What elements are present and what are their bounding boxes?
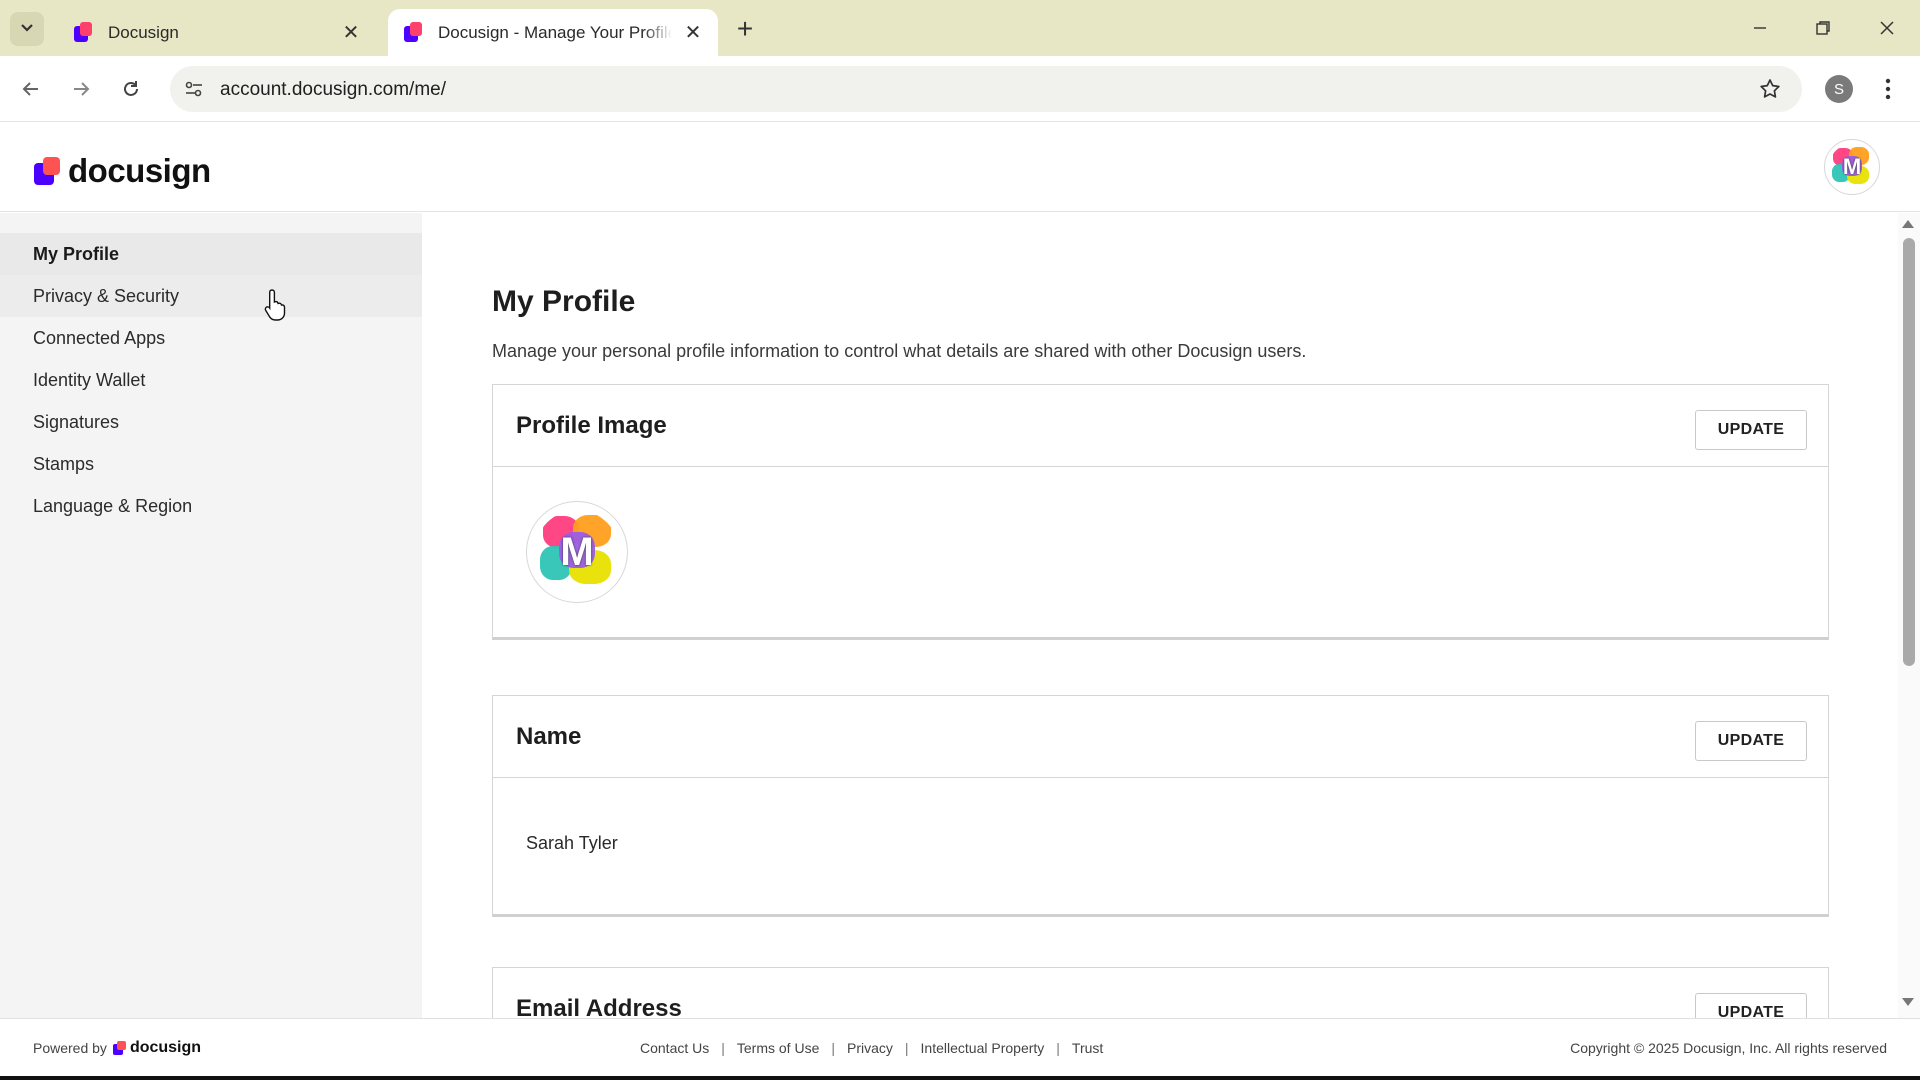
close-icon[interactable]: ✕ [340, 22, 362, 44]
card-title: Name [516, 723, 582, 750]
reload-icon[interactable] [114, 72, 148, 106]
card-title: Email Address [516, 995, 682, 1018]
back-icon[interactable] [14, 72, 48, 106]
footer-logo-text: docusign [129, 1039, 202, 1056]
card-title: Profile Image [516, 412, 667, 439]
name-card: Name UPDATE Sarah Tyler [492, 695, 1829, 917]
card-header: Profile Image UPDATE [493, 385, 1828, 467]
avatar-image: M [1829, 144, 1875, 190]
sidebar-item-identity-wallet[interactable]: Identity Wallet [0, 359, 422, 401]
close-window-icon[interactable] [1865, 10, 1909, 46]
docusign-favicon-icon [402, 21, 424, 44]
browser-toolbar: account.docusign.com/me/ S [0, 56, 1920, 122]
docusign-logo-mark-icon [34, 157, 62, 185]
tab-search-button[interactable] [10, 12, 44, 46]
screen-edge [0, 1076, 1920, 1080]
sidebar-item-privacy-security[interactable]: Privacy & Security [0, 275, 422, 317]
main-content: My Profile Manage your personal profile … [422, 213, 1900, 1018]
scroll-down-arrow-icon[interactable] [1902, 998, 1914, 1006]
footer-link-terms-of-use[interactable]: Terms of Use [737, 1040, 819, 1056]
logo-text: docusign [68, 152, 211, 189]
browser-tab-manage-profile[interactable]: Docusign - Manage Your Profile ✕ [388, 9, 718, 56]
address-bar[interactable]: account.docusign.com/me/ [170, 66, 1802, 112]
minimize-icon[interactable] [1738, 10, 1782, 46]
divider: | [904, 1040, 909, 1056]
profile-image-card: Profile Image UPDATE M [492, 384, 1829, 640]
sidebar-item-signatures[interactable]: Signatures [0, 401, 422, 443]
sidebar-item-language-region[interactable]: Language & Region [0, 485, 422, 527]
powered-by-label: Powered by [33, 1040, 107, 1056]
more-vert-icon[interactable] [1876, 73, 1900, 105]
update-email-button[interactable]: UPDATE [1695, 993, 1807, 1018]
powered-by: Powered by docusign [33, 1039, 201, 1057]
browser-profile-avatar[interactable]: S [1825, 75, 1853, 103]
bookmark-star-icon[interactable] [1758, 77, 1782, 101]
email-address-card: Email Address UPDATE [492, 967, 1829, 1018]
card-header: Name UPDATE [493, 696, 1828, 778]
chevron-down-icon [19, 19, 35, 40]
sidebar-item-connected-apps[interactable]: Connected Apps [0, 317, 422, 359]
restore-icon[interactable] [1801, 10, 1845, 46]
plus-icon[interactable]: + [730, 13, 760, 44]
sidebar-item-my-profile[interactable]: My Profile [0, 233, 422, 275]
app-header: docusign M [0, 122, 1920, 212]
user-avatar[interactable]: M [1824, 139, 1880, 195]
footer-link-privacy[interactable]: Privacy [847, 1040, 893, 1056]
avatar-image: M [535, 510, 619, 594]
tab-title: Docusign [108, 22, 179, 42]
tab-title: Docusign - Manage Your Profile [438, 22, 672, 42]
avatar-letter: M [1842, 154, 1862, 179]
sidebar-item-stamps[interactable]: Stamps [0, 443, 422, 485]
hand-cursor-icon [264, 288, 290, 322]
footer-link-trust[interactable]: Trust [1072, 1040, 1103, 1056]
page-title: My Profile [492, 285, 636, 318]
docusign-favicon-icon [72, 21, 94, 44]
scroll-up-arrow-icon[interactable] [1902, 220, 1914, 228]
page-description: Manage your personal profile information… [492, 341, 1307, 361]
footer: Powered by docusign Contact Us | Terms o… [0, 1018, 1920, 1076]
browser-tab-bar: Docusign ✕ Docusign - Manage Your Profil… [0, 0, 1920, 56]
card-header: Email Address UPDATE [493, 968, 1828, 1018]
sidebar: My Profile Privacy & Security Connected … [0, 213, 422, 1018]
avatar-letter: M [560, 529, 594, 574]
footer-link-intellectual-property[interactable]: Intellectual Property [921, 1040, 1045, 1056]
docusign-logo-mark-icon [112, 1041, 127, 1055]
update-profile-image-button[interactable]: UPDATE [1695, 410, 1807, 450]
copyright-text: Copyright © 2025 Docusign, Inc. All righ… [1570, 1040, 1887, 1056]
forward-icon[interactable] [64, 72, 98, 106]
profile-image: M [526, 501, 628, 603]
divider: | [721, 1040, 725, 1056]
site-settings-icon[interactable] [182, 77, 206, 101]
divider: | [1056, 1040, 1060, 1056]
scrollbar-thumb[interactable] [1903, 238, 1915, 666]
divider: | [831, 1040, 835, 1056]
browser-tab-docusign[interactable]: Docusign ✕ [58, 9, 376, 56]
update-name-button[interactable]: UPDATE [1695, 721, 1807, 761]
name-value: Sarah Tyler [526, 833, 618, 853]
footer-link-contact-us[interactable]: Contact Us [640, 1040, 709, 1056]
docusign-logo[interactable]: docusign [34, 152, 211, 190]
footer-links: Contact Us | Terms of Use | Privacy | In… [640, 1040, 1103, 1056]
close-icon[interactable]: ✕ [682, 22, 704, 44]
url-text[interactable]: account.docusign.com/me/ [220, 79, 446, 101]
